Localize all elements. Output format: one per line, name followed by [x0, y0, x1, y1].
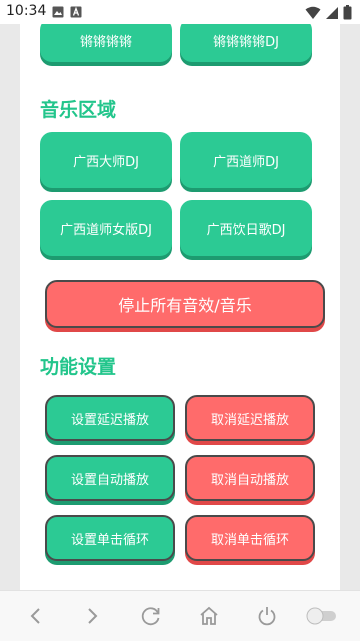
music-button-2[interactable]: 广西道师DJ — [180, 132, 312, 188]
sound-button-1[interactable]: 锵锵锵锵 — [40, 24, 172, 62]
bottom-nav — [0, 590, 360, 641]
music-button-1[interactable]: 广西大师DJ — [40, 132, 172, 188]
refresh-button[interactable] — [138, 603, 164, 629]
status-time: 10:34 — [6, 3, 47, 19]
stop-all-button[interactable]: 停止所有音效/音乐 — [45, 280, 325, 328]
toggle-icon — [306, 607, 336, 625]
status-icons-left — [52, 6, 82, 18]
music-button-3[interactable]: 广西道师女版DJ — [40, 200, 172, 256]
content-panel: 锵锵锵锵 锵锵锵锵DJ 音乐区域 广西大师DJ 广西道师DJ 广西道师女版DJ … — [20, 24, 340, 590]
battery-icon — [343, 5, 352, 20]
music-section-title: 音乐区域 — [40, 99, 117, 121]
forward-icon — [88, 608, 98, 624]
toggle-switch[interactable] — [304, 603, 340, 629]
sound-button-2[interactable]: 锵锵锵锵DJ — [180, 24, 312, 62]
set-click-loop-button[interactable]: 设置单击循环 — [45, 515, 175, 561]
image-icon — [52, 6, 64, 18]
status-icons-right — [305, 5, 352, 20]
back-button[interactable] — [22, 603, 48, 629]
signal-icon — [326, 6, 338, 19]
cancel-delay-play-button[interactable]: 取消延迟播放 — [185, 395, 315, 441]
forward-button[interactable] — [80, 603, 106, 629]
cancel-auto-play-button[interactable]: 取消自动播放 — [185, 455, 315, 501]
music-button-4[interactable]: 广西饮日歌DJ — [180, 200, 312, 256]
power-icon — [258, 607, 276, 626]
set-delay-play-button[interactable]: 设置延迟播放 — [45, 395, 175, 441]
a-badge-icon — [70, 6, 82, 18]
set-auto-play-button[interactable]: 设置自动播放 — [45, 455, 175, 501]
function-section-title: 功能设置 — [40, 356, 117, 378]
status-bar: 10:34 — [0, 0, 360, 24]
wifi-icon — [305, 6, 321, 19]
refresh-icon — [141, 607, 160, 626]
cancel-click-loop-button[interactable]: 取消单击循环 — [185, 515, 315, 561]
power-button[interactable] — [254, 603, 280, 629]
home-icon — [200, 606, 218, 625]
home-button[interactable] — [196, 603, 222, 629]
back-icon — [30, 608, 40, 624]
